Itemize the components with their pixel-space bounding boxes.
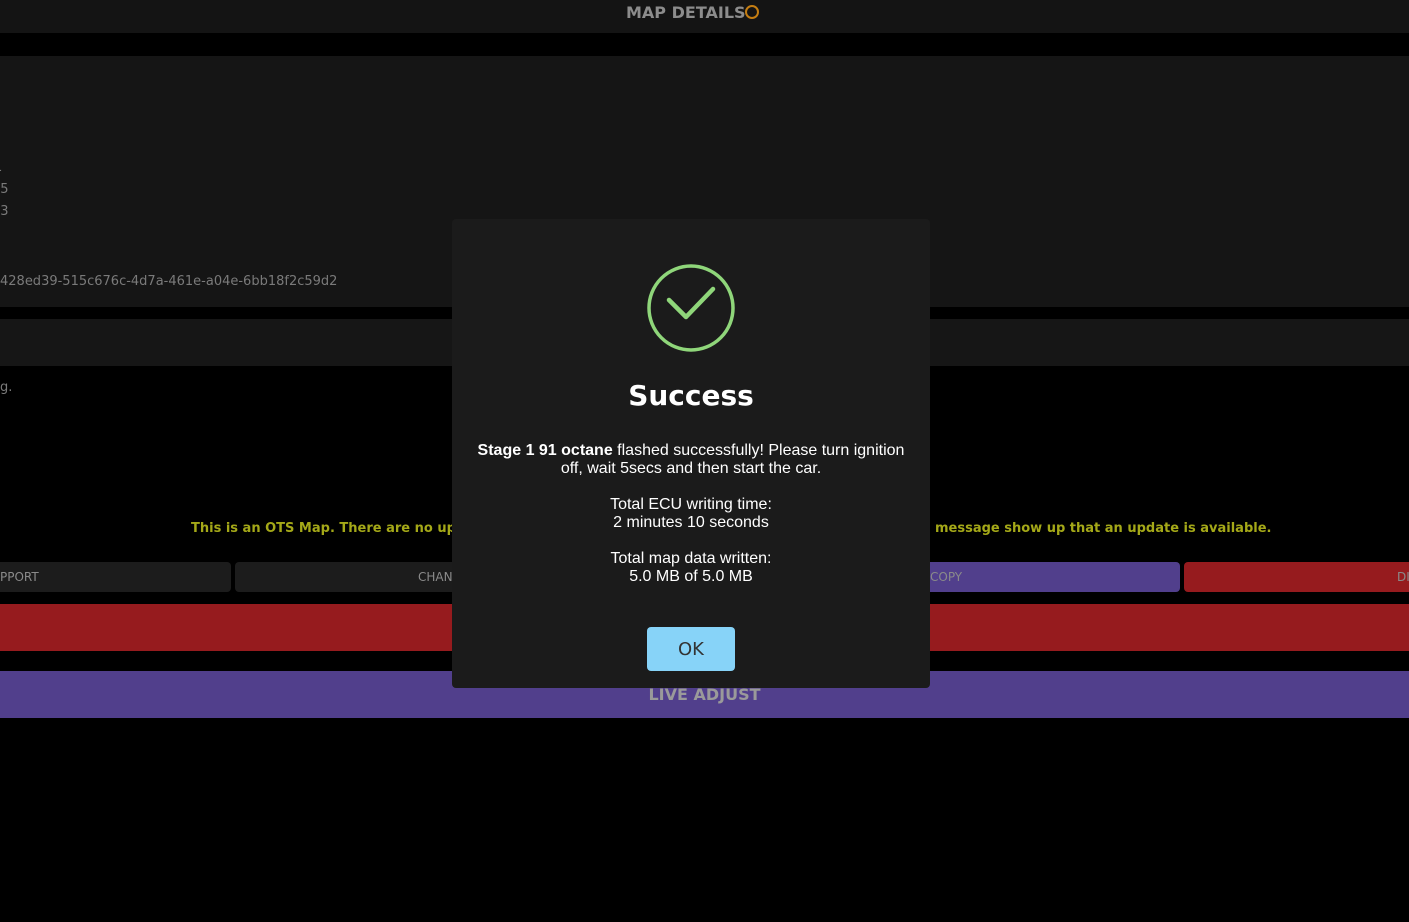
flash-message: flashed successfully! Please turn igniti… xyxy=(560,442,905,477)
delete-button[interactable]: DI xyxy=(1184,562,1409,592)
dialog-message: Stage 1 91 octane flashed successfully! … xyxy=(452,442,930,478)
map-id: 428ed39-515c676c-4d7a-461e-a04e-6bb18f2c… xyxy=(0,274,338,289)
detail-value: 53 xyxy=(0,204,9,219)
change-button[interactable]: CHAN xyxy=(235,562,465,592)
detail-value: 05 xyxy=(0,182,9,197)
data-value: 5.0 MB of 5.0 MB xyxy=(629,568,753,585)
time-label: Total ECU writing time: xyxy=(610,496,772,513)
success-dialog: Success Stage 1 91 octane flashed succes… xyxy=(452,219,930,688)
ots-notice-right: message show up that an update is availa… xyxy=(935,521,1272,536)
status-ring-icon[interactable] xyxy=(745,5,759,19)
data-label: Total map data written: xyxy=(610,550,772,567)
ots-notice-left: This is an OTS Map. There are no update xyxy=(191,521,490,536)
ok-button[interactable]: OK xyxy=(647,627,735,671)
time-value: 2 minutes 10 seconds xyxy=(613,514,769,531)
dialog-title: Success xyxy=(628,379,754,412)
note-text: g. xyxy=(0,380,13,395)
success-check-icon xyxy=(647,264,735,352)
map-name: Stage 1 91 octane xyxy=(477,442,613,459)
detail-value: 1 xyxy=(0,160,2,175)
support-button[interactable]: PPORT xyxy=(0,562,231,592)
copy-button[interactable]: COPY xyxy=(920,562,1180,592)
page-title: MAP DETAILS xyxy=(626,3,746,22)
